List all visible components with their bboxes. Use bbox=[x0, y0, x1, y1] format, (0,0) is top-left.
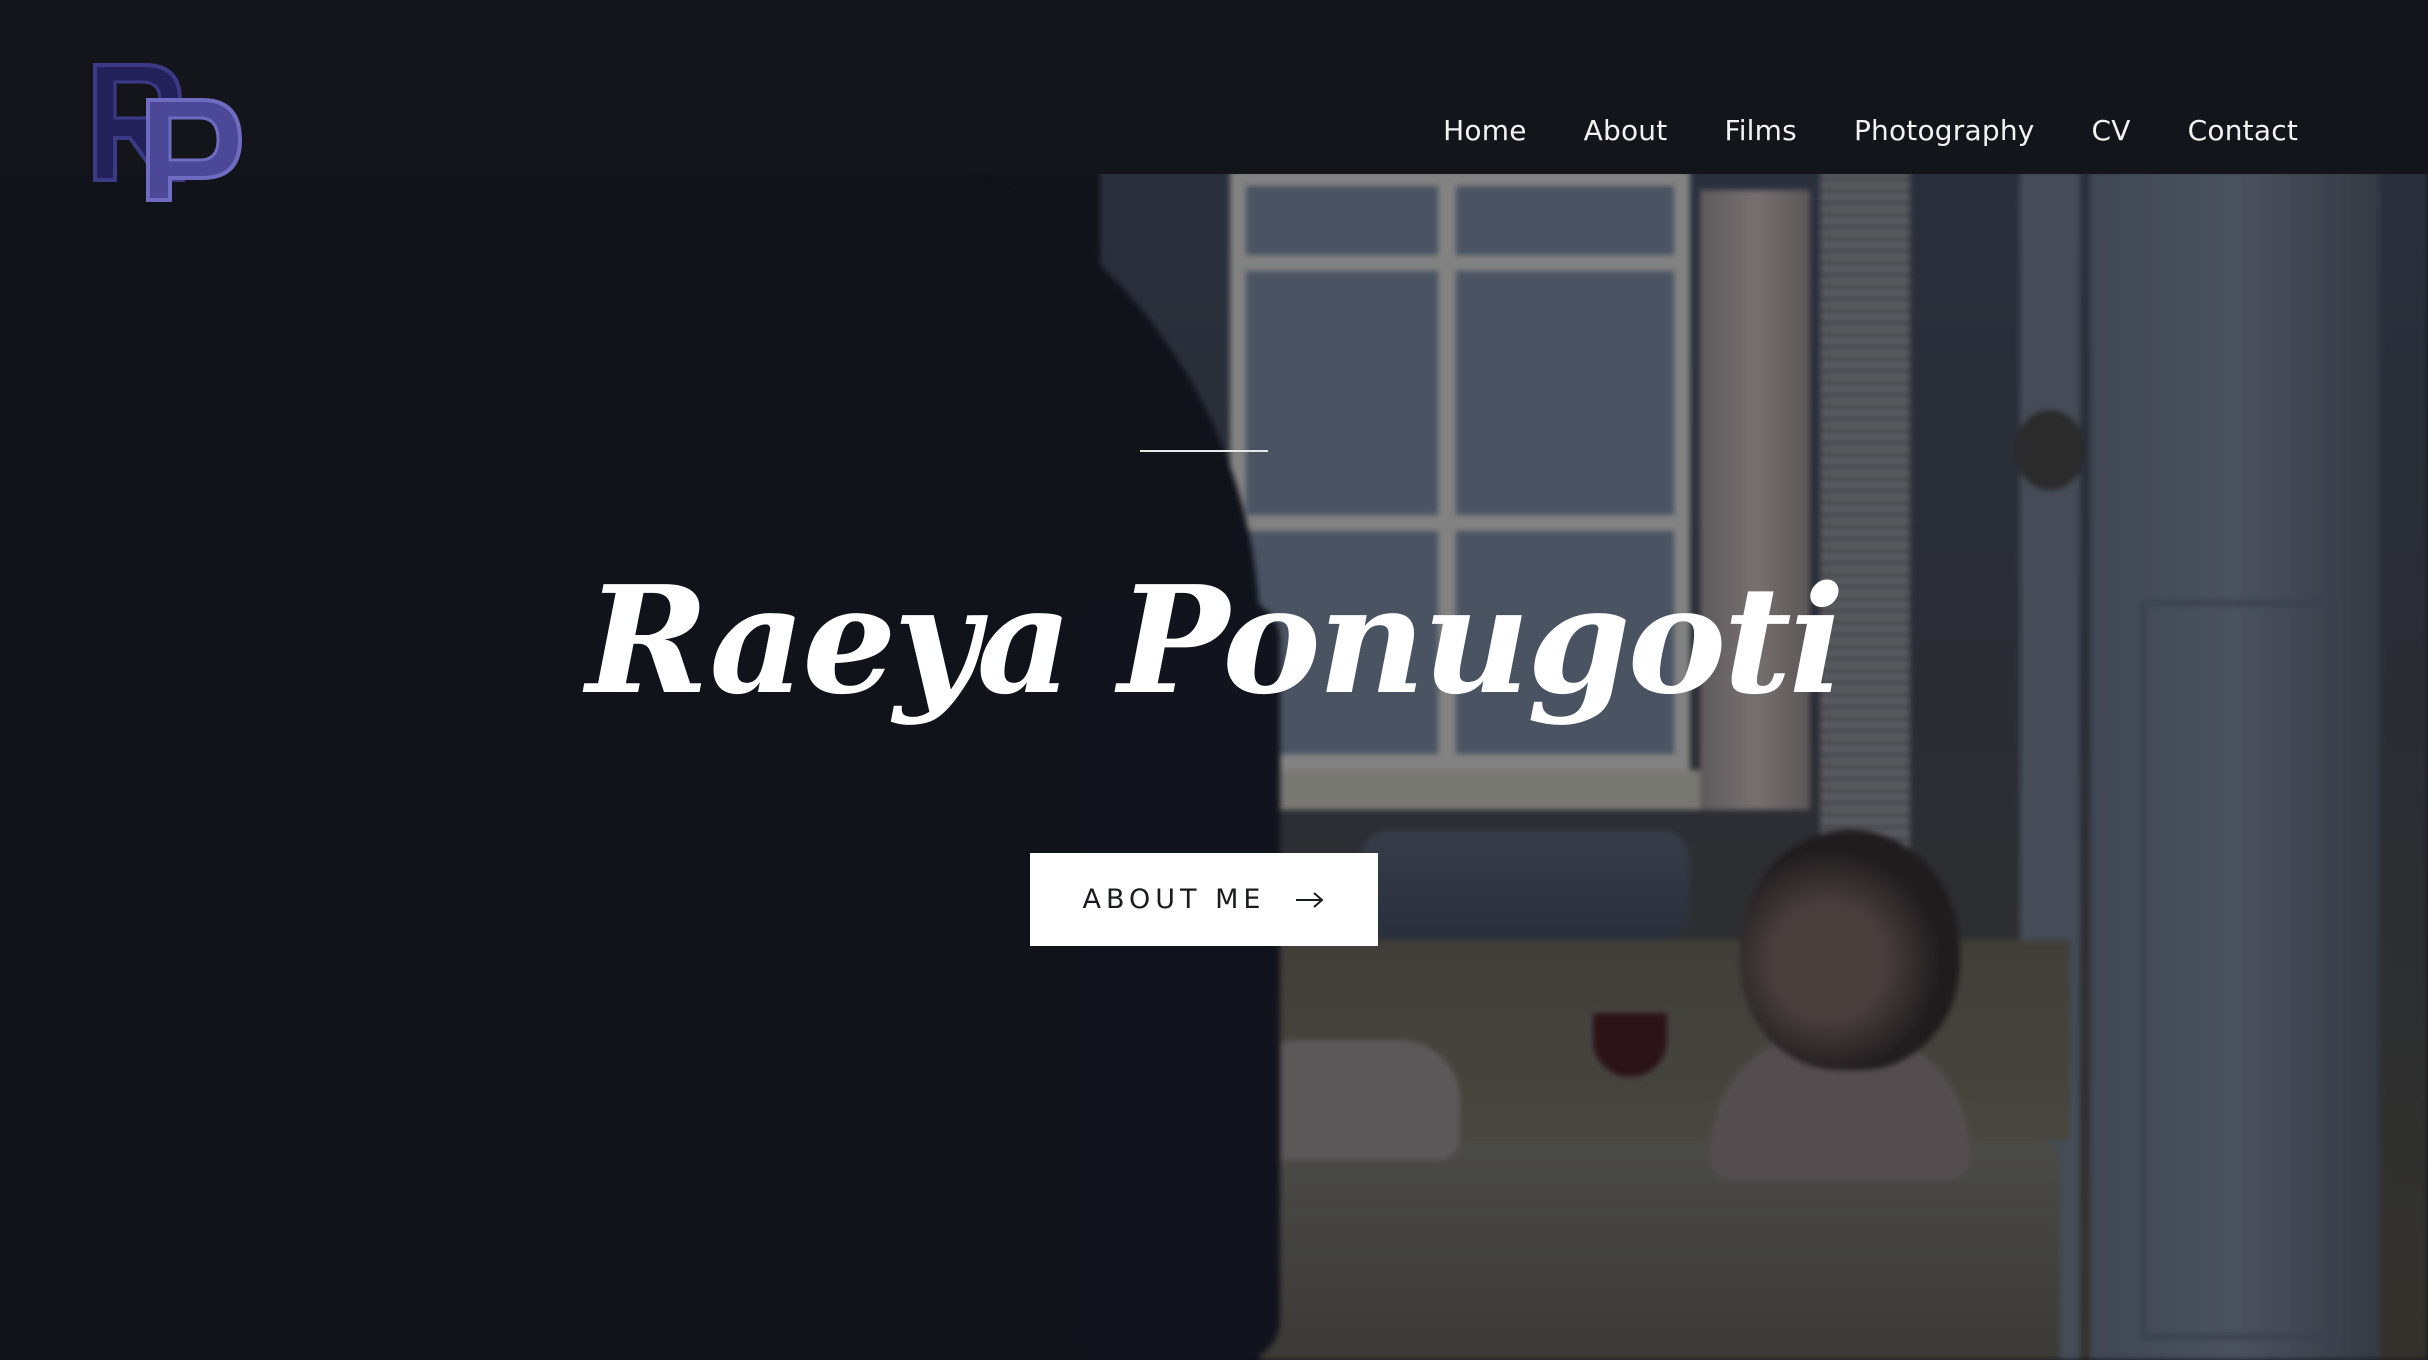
nav-item-films[interactable]: Films bbox=[1724, 114, 1797, 147]
nav-item-home[interactable]: Home bbox=[1443, 114, 1527, 147]
nav-item-photography[interactable]: Photography bbox=[1854, 114, 2035, 147]
arrow-right-icon bbox=[1296, 891, 1325, 908]
title-divider bbox=[1140, 450, 1268, 452]
logo-icon bbox=[93, 63, 243, 202]
hero-section: Raeya Ponugoti ABOUT ME bbox=[0, 0, 2428, 1360]
rp-monogram-logo[interactable] bbox=[90, 60, 250, 205]
site-header: Home About Films Photography CV Contact bbox=[0, 0, 2428, 202]
nav-item-contact[interactable]: Contact bbox=[2188, 114, 2298, 147]
about-me-button[interactable]: ABOUT ME bbox=[1030, 853, 1378, 946]
nav-item-cv[interactable]: CV bbox=[2092, 114, 2131, 147]
about-me-button-label: ABOUT ME bbox=[1082, 884, 1266, 915]
main-nav: Home About Films Photography CV Contact bbox=[1443, 114, 2298, 147]
nav-item-about[interactable]: About bbox=[1584, 114, 1668, 147]
hero-title: Raeya Ponugoti bbox=[586, 553, 1845, 727]
